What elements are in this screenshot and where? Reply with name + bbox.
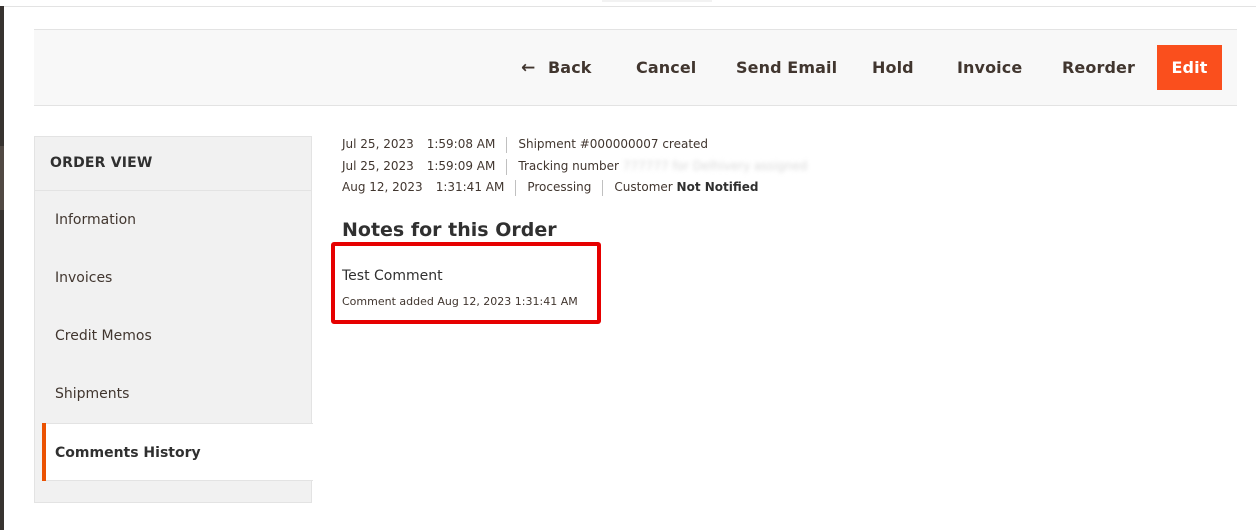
sidebar-item-comments-history[interactable]: Comments History: [42, 423, 313, 481]
history-time: 1:59:09 AM: [426, 158, 496, 173]
invoice-button[interactable]: Invoice: [957, 45, 1022, 90]
history-date: Jul 25, 2023: [342, 158, 414, 173]
admin-menu-edge: [0, 6, 4, 530]
separator: [506, 158, 508, 175]
order-view-sidebar: ORDER VIEW Information Invoices Credit M…: [34, 136, 313, 503]
sidebar-item-information[interactable]: Information: [35, 191, 311, 249]
sidebar-item-credit-memos[interactable]: Credit Memos: [35, 307, 311, 365]
reorder-button[interactable]: Reorder: [1062, 45, 1135, 90]
back-label: Back: [548, 58, 592, 77]
sidebar-item-invoices[interactable]: Invoices: [35, 249, 311, 307]
notify-value: Not Notified: [676, 180, 759, 194]
history-entry: Jul 25, 2023 1:59:09 AM Tracking number …: [342, 158, 807, 180]
edit-button[interactable]: Edit: [1157, 45, 1222, 90]
history-status: Processing: [527, 180, 592, 194]
top-tab-indicator: [602, 0, 712, 2]
note-comment: Test Comment: [342, 268, 443, 284]
history-entry: Aug 12, 2023 1:31:41 AM Processing Custo…: [342, 179, 807, 201]
separator: [602, 180, 604, 196]
sidebar-item-shipments[interactable]: Shipments: [35, 365, 311, 423]
top-divider: [0, 6, 1256, 7]
notes-title: Notes for this Order: [342, 219, 557, 241]
back-button[interactable]: ← Back: [521, 45, 592, 90]
history-time: 1:59:08 AM: [426, 137, 496, 151]
history-entry: Jul 25, 2023 1:59:08 AM Shipment #000000…: [342, 136, 807, 158]
history-date: Aug 12, 2023: [342, 180, 423, 194]
history-date: Jul 25, 2023: [342, 137, 414, 151]
cancel-button[interactable]: Cancel: [636, 45, 696, 90]
page-actions-toolbar: ← Back Cancel Send Email Hold Invoice Reo…: [34, 29, 1237, 106]
separator: [506, 137, 508, 153]
history-text: Shipment #000000007 created: [518, 137, 709, 151]
hold-button[interactable]: Hold: [872, 45, 914, 90]
note-meta: Comment added Aug 12, 2023 1:31:41 AM: [342, 295, 578, 308]
history-time: 1:31:41 AM: [435, 180, 505, 194]
send-email-button[interactable]: Send Email: [736, 45, 837, 90]
separator: [515, 180, 517, 196]
history-text: Tracking number: [518, 158, 619, 173]
order-history-list: Jul 25, 2023 1:59:08 AM Shipment #000000…: [342, 136, 807, 201]
admin-menu-active-edge: [0, 146, 4, 210]
sidebar-title: ORDER VIEW: [35, 137, 311, 191]
notify-prefix: Customer: [614, 180, 673, 194]
arrow-left-icon: ←: [521, 58, 536, 78]
blurred-tracking-text: 777777 for Delhivery assigned: [622, 158, 808, 173]
